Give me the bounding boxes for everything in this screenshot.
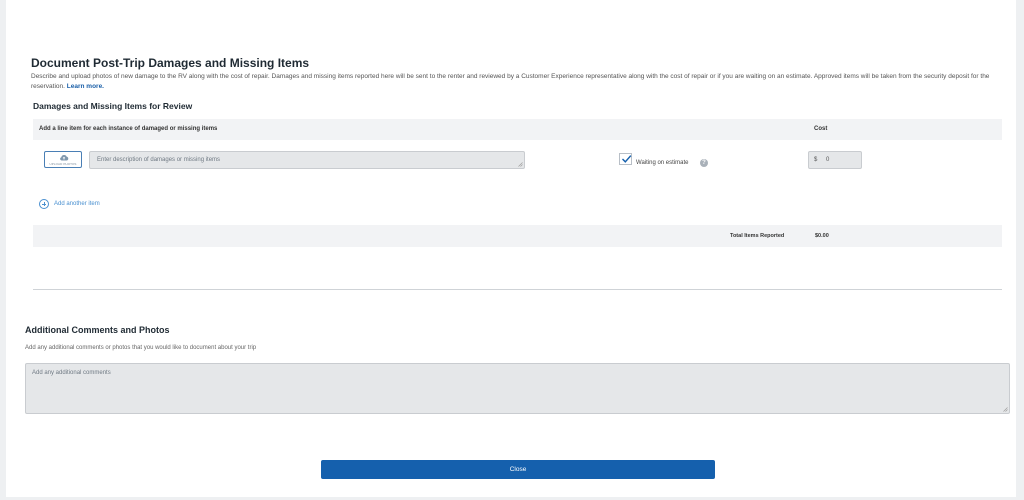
items-table-header: Add a line item for each instance of dam… [33,119,1002,140]
currency-symbol: $ [814,157,818,163]
total-label: Total Items Reported [730,233,785,239]
upload-photos-label: UPLOAD PHOTOS [49,162,77,166]
page-description: Describe and upload photos of new damage… [31,72,1006,92]
learn-more-link[interactable]: Learn more. [67,83,104,90]
items-column-header: Add a line item for each instance of dam… [39,126,218,132]
upload-photos-button[interactable]: UPLOAD PHOTOS [44,151,82,168]
cost-column-header: Cost [814,126,828,132]
description-text: Describe and upload photos of new damage… [31,73,990,90]
add-another-item-label: Add another item [54,201,100,207]
additional-comments-placeholder: Add any additional comments [32,370,111,376]
cloud-upload-icon [60,154,69,161]
additional-comments-title: Additional Comments and Photos [25,325,170,335]
question-icon[interactable]: ? [700,159,708,167]
waiting-on-estimate-label: Waiting on estimate [636,160,689,166]
plus-circle-icon [39,199,49,209]
cost-value: 0 [826,157,830,163]
page-title: Document Post-Trip Damages and Missing I… [31,56,310,70]
total-value: $0.00 [815,233,829,239]
checkmark-icon [622,155,632,163]
cost-input[interactable]: $ 0 [808,151,862,169]
review-section-title: Damages and Missing Items for Review [33,101,193,111]
damage-report-panel: Document Post-Trip Damages and Missing I… [6,0,1016,497]
resize-handle-icon[interactable] [1003,407,1008,412]
damage-description-input[interactable]: Enter description of damages or missing … [89,151,525,169]
close-button[interactable]: Close [321,460,715,479]
section-divider [33,289,1002,290]
additional-comments-description: Add any additional comments or photos th… [25,345,257,351]
total-row: Total Items Reported $0.00 [33,225,1002,247]
waiting-on-estimate-checkbox[interactable] [619,153,632,165]
damage-description-placeholder: Enter description of damages or missing … [97,157,221,163]
additional-comments-input[interactable]: Add any additional comments [25,363,1010,414]
resize-handle-icon[interactable] [518,162,523,167]
